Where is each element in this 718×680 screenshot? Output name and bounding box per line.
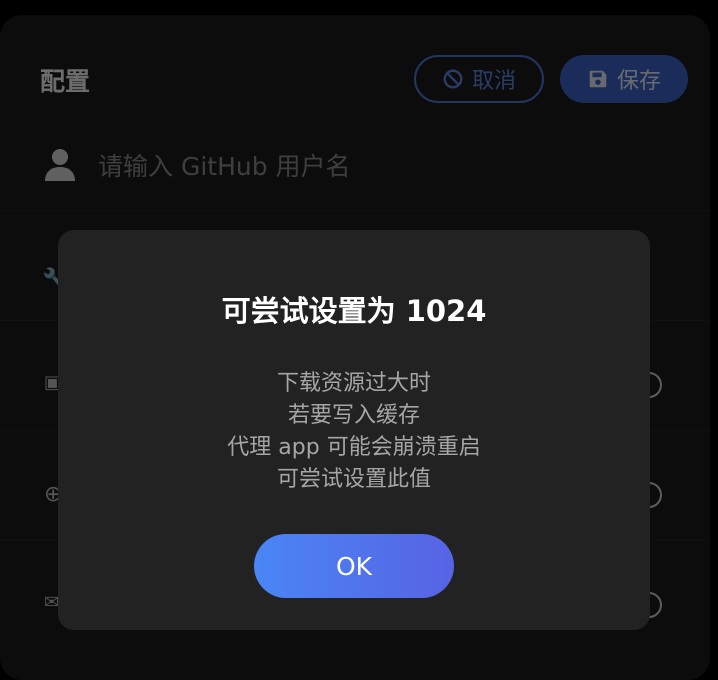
dialog-message-line: 若要写入缓存 xyxy=(287,403,420,428)
alert-dialog: 可尝试设置为 1024 下载资源过大时 若要写入缓存 代理 app 可能会崩溃重… xyxy=(58,230,650,630)
ok-button[interactable]: OK xyxy=(254,534,454,598)
dialog-message-line: 代理 app 可能会崩溃重启 xyxy=(227,435,481,460)
dialog-message: 下载资源过大时 若要写入缓存 代理 app 可能会崩溃重启 可尝试设置此值 xyxy=(58,368,650,496)
dialog-title: 可尝试设置为 1024 xyxy=(221,294,487,328)
dialog-message-line: 下载资源过大时 xyxy=(276,371,431,396)
dialog-message-line: 可尝试设置此值 xyxy=(276,467,431,492)
